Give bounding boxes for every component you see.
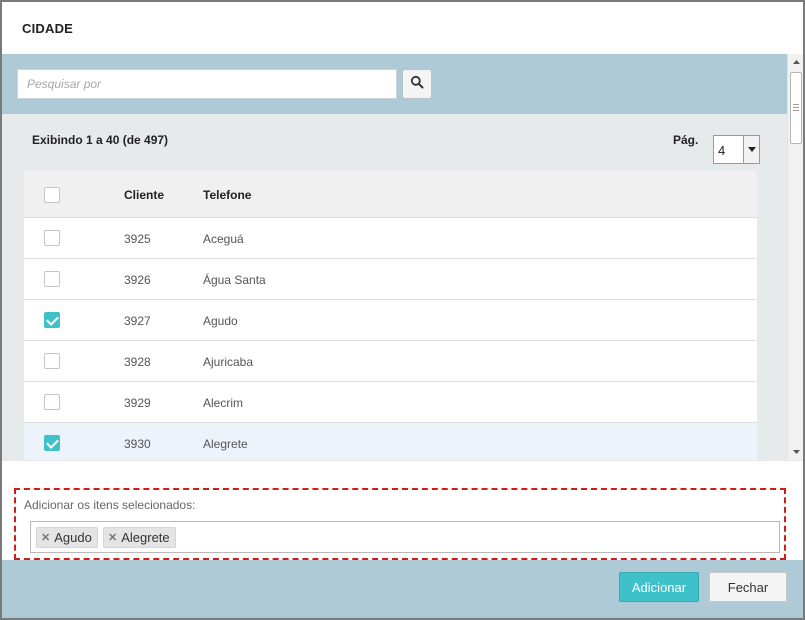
grip-line [793, 110, 799, 111]
search-button[interactable] [402, 69, 432, 99]
table-row[interactable]: 3930 Alegrete [24, 423, 757, 460]
remove-tag-icon[interactable]: ✕ [108, 531, 117, 544]
row-client-id: 3925 [124, 232, 151, 246]
page-select[interactable]: 4 [713, 135, 760, 164]
dialog-footer: Adicionar Fechar [2, 560, 803, 618]
results-panel: Exibindo 1 a 40 (de 497) Pág. 4 Cliente … [2, 114, 787, 460]
row-checkbox[interactable] [44, 353, 60, 369]
search-input[interactable] [17, 69, 397, 99]
table-row[interactable]: 3926 Água Santa [24, 259, 757, 300]
grip-line [793, 107, 799, 108]
table-row[interactable]: 3928 Ajuricaba [24, 341, 757, 382]
row-city-name: Aceguá [203, 232, 244, 246]
search-icon [410, 75, 424, 94]
city-dialog: CIDADE Exibindo 1 a 40 (de 497) Pág. 4 [0, 0, 805, 620]
selected-tag: ✕ Alegrete [103, 527, 176, 548]
page-label: Pág. [673, 133, 699, 147]
row-client-id: 3926 [124, 273, 151, 287]
table-row[interactable]: 3927 Agudo [24, 300, 757, 341]
row-client-id: 3930 [124, 437, 151, 451]
dialog-body: Exibindo 1 a 40 (de 497) Pág. 4 Cliente … [2, 54, 803, 460]
selected-tag-label: Agudo [54, 530, 92, 545]
dialog-header: CIDADE [2, 2, 803, 54]
add-button[interactable]: Adicionar [619, 572, 699, 602]
scroll-down-icon[interactable] [788, 444, 803, 460]
row-checkbox[interactable] [44, 271, 60, 287]
row-client-id: 3928 [124, 355, 151, 369]
row-checkbox[interactable] [44, 230, 60, 246]
remove-tag-icon[interactable]: ✕ [41, 531, 50, 544]
table-header: Cliente Telefone [24, 171, 757, 218]
row-city-name: Alecrim [203, 396, 244, 410]
row-client-id: 3929 [124, 396, 151, 410]
search-bar [2, 54, 787, 114]
results-count: Exibindo 1 a 40 (de 497) [32, 133, 169, 147]
selected-tag: ✕ Agudo [36, 527, 98, 548]
row-city-name: Água Santa [203, 273, 266, 287]
vertical-scrollbar[interactable] [787, 54, 803, 460]
column-header-client: Cliente [124, 188, 165, 202]
row-checkbox[interactable] [44, 312, 60, 328]
scroll-up-icon[interactable] [788, 54, 803, 70]
selected-items-label: Adicionar os itens selecionados: [24, 498, 196, 512]
row-city-name: Ajuricaba [203, 355, 254, 369]
results-table: Cliente Telefone 3925 Aceguá 3926 Água S… [24, 171, 757, 460]
dialog-title: CIDADE [22, 21, 74, 36]
grip-line [793, 104, 799, 105]
row-checkbox[interactable] [44, 394, 60, 410]
column-header-phone: Telefone [203, 188, 252, 202]
page-select-value: 4 [718, 143, 726, 158]
select-all-checkbox[interactable] [44, 187, 60, 203]
divider [2, 460, 803, 468]
close-button[interactable]: Fechar [709, 572, 787, 602]
selected-items-panel: Adicionar os itens selecionados: ✕ Agudo… [14, 488, 786, 560]
row-client-id: 3927 [124, 314, 151, 328]
table-row[interactable]: 3925 Aceguá [24, 218, 757, 259]
selected-tags-field[interactable]: ✕ Agudo ✕ Alegrete [30, 521, 780, 553]
selected-tag-label: Alegrete [121, 530, 170, 545]
row-city-name: Agudo [203, 314, 238, 328]
row-city-name: Alegrete [203, 437, 248, 451]
chevron-down-icon [743, 136, 759, 163]
row-checkbox[interactable] [44, 435, 60, 451]
scrollbar-thumb[interactable] [790, 72, 802, 144]
table-row[interactable]: 3929 Alecrim [24, 382, 757, 423]
